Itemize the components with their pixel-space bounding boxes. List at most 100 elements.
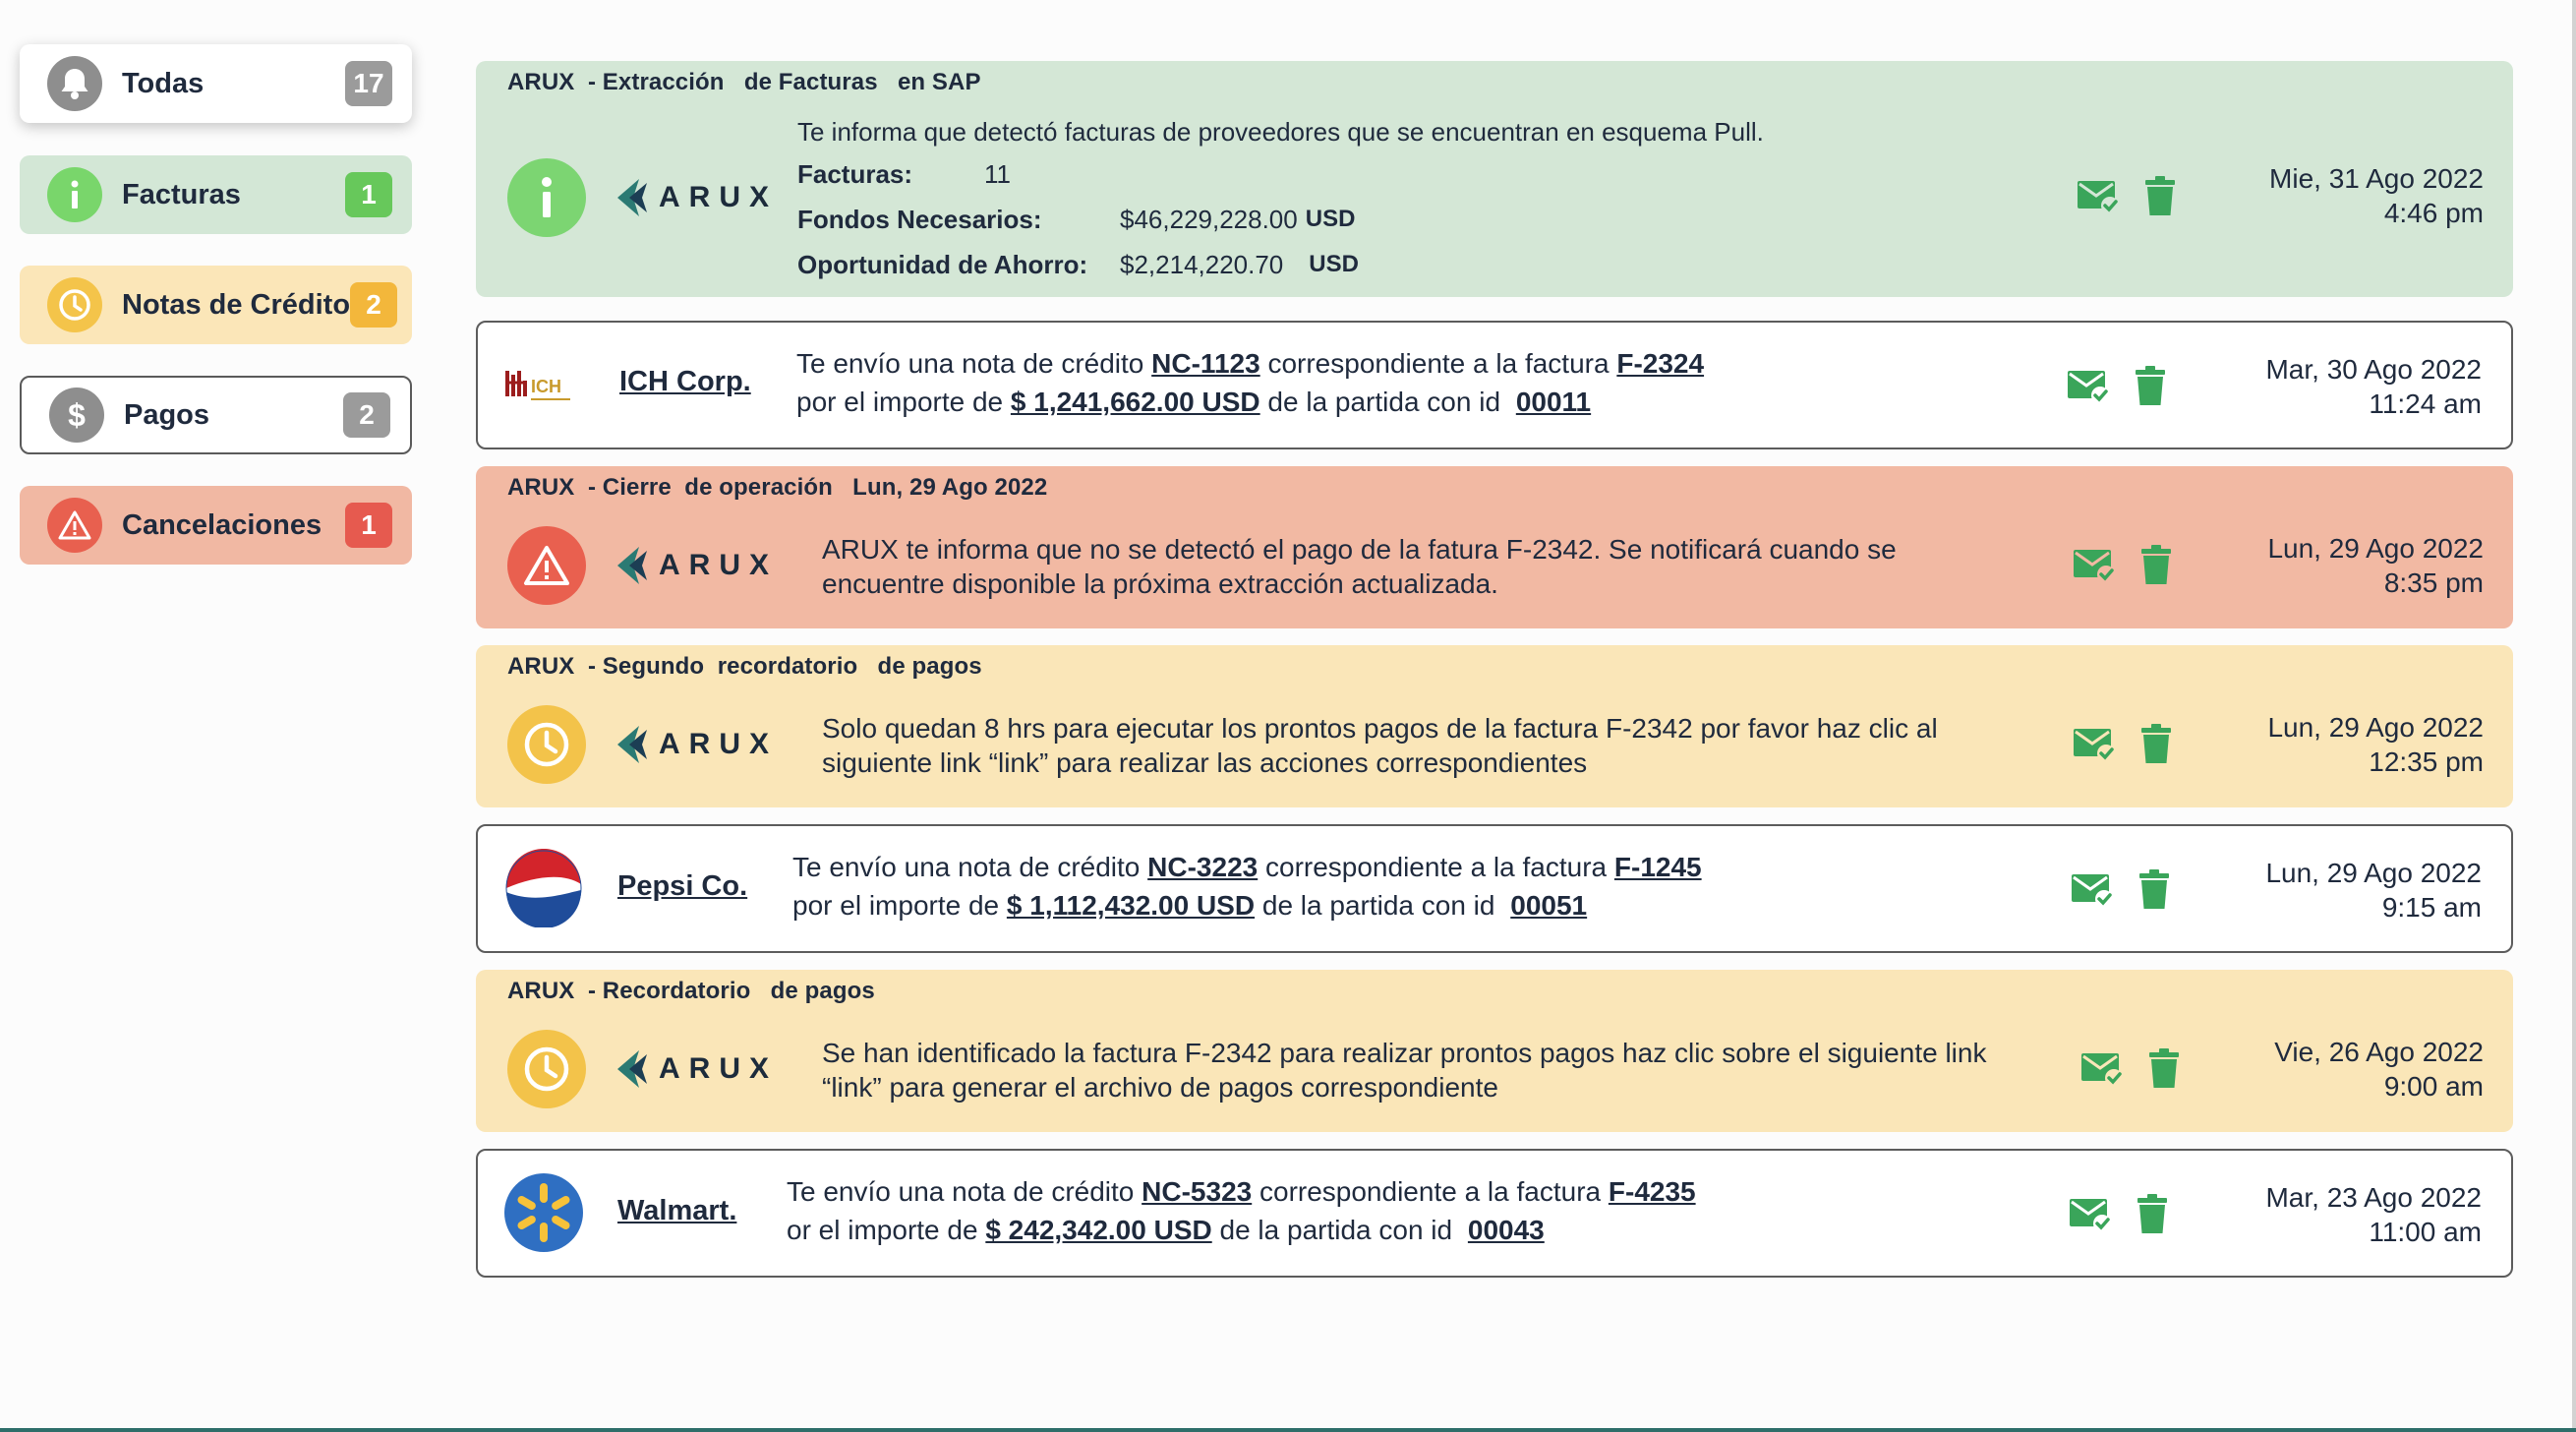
- notification-header: ARUX - Cierre de operación Lun, 29 Ago 2…: [507, 474, 1048, 501]
- credit-note-link[interactable]: NC-3223: [1147, 852, 1258, 882]
- amount-link[interactable]: $ 1,112,432.00 USD: [1007, 890, 1255, 921]
- message-line: Solo quedan 8 hrs para ejecutar los pron…: [822, 713, 1938, 744]
- message-line: “link” para generar el archivo de pagos …: [822, 1072, 1498, 1103]
- invoice-link[interactable]: F-4235: [1609, 1176, 1696, 1207]
- svg-text:$: $: [68, 397, 86, 433]
- notification-date: Lun, 29 Ago 2022: [2267, 533, 2484, 564]
- filter-facturas[interactable]: Facturas 1: [20, 155, 412, 234]
- notification-date: Lun, 29 Ago 2022: [2267, 712, 2484, 743]
- notification-date: Mie, 31 Ago 2022: [2269, 163, 2484, 194]
- filter-label: Cancelaciones: [122, 508, 322, 541]
- ich-corp-logo: ICH: [503, 344, 584, 425]
- filter-count-badge: 2: [343, 392, 390, 438]
- notification-datetime: Vie, 26 Ago 2022 9:00 am: [2274, 1035, 2484, 1104]
- detail-row-ahorro: Oportunidad de Ahorro: $2,214,220.70 USD: [797, 242, 1764, 287]
- window-edge: [2572, 0, 2576, 1432]
- arux-logo-text: ARUX: [659, 549, 779, 581]
- filter-count-badge: 2: [350, 282, 398, 328]
- invoice-link[interactable]: F-2324: [1616, 348, 1704, 379]
- notification-actions: [2069, 1194, 2169, 1235]
- mark-read-icon[interactable]: [2069, 1197, 2112, 1232]
- credit-note-link[interactable]: NC-5323: [1142, 1176, 1252, 1207]
- invoice-details: Te informa que detectó facturas de prove…: [797, 112, 1764, 287]
- bottom-bar: [0, 1428, 2576, 1432]
- notification-time: 4:46 pm: [2383, 198, 2484, 228]
- amount-link[interactable]: $ 1,241,662.00 USD: [1011, 387, 1260, 417]
- notification-actions: [2077, 176, 2177, 217]
- item-id-link[interactable]: 00011: [1516, 387, 1591, 417]
- filter-cancelaciones[interactable]: Cancelaciones 1: [20, 486, 412, 565]
- notification-actions: [2073, 724, 2173, 765]
- notification-datetime: Lun, 29 Ago 2022 9:15 am: [2265, 856, 2482, 925]
- arux-logo-text: ARUX: [659, 181, 779, 213]
- notification-card: ICH ICH Corp. Te envío una nota de crédi…: [476, 321, 2513, 449]
- mark-read-icon[interactable]: [2067, 369, 2110, 404]
- arux-logo-text: ARUX: [659, 728, 779, 760]
- trash-icon[interactable]: [2139, 724, 2173, 765]
- notification-time: 8:35 pm: [2383, 567, 2484, 598]
- trash-icon[interactable]: [2147, 1048, 2181, 1090]
- notification-actions: [2067, 366, 2167, 407]
- notification-actions: [2080, 1048, 2181, 1090]
- info-icon: [507, 158, 586, 237]
- item-id-link[interactable]: 00051: [1510, 890, 1587, 921]
- trash-icon[interactable]: [2134, 366, 2167, 407]
- notification-datetime: Mar, 23 Ago 2022 11:00 am: [2265, 1180, 2482, 1249]
- mark-read-icon[interactable]: [2071, 872, 2114, 908]
- filter-count-badge: 1: [345, 503, 392, 548]
- detail-row-fondos: Fondos Necesarios: $46,229,228.00 USD: [797, 197, 1764, 242]
- item-id-link[interactable]: 00043: [1468, 1215, 1545, 1245]
- dollar-icon: $: [49, 388, 104, 443]
- mark-read-icon[interactable]: [2080, 1051, 2124, 1087]
- mark-read-icon[interactable]: [2073, 548, 2116, 583]
- walmart-logo: [503, 1172, 584, 1253]
- pepsi-logo: [503, 848, 584, 928]
- mark-read-icon[interactable]: [2077, 179, 2120, 214]
- notification-header: ARUX - Segundo recordatorio de pagos: [507, 653, 982, 680]
- filter-count-badge: 17: [345, 61, 392, 106]
- detail-value: $2,214,220.70: [1120, 249, 1284, 279]
- amount-link[interactable]: $ 242,342.00 USD: [985, 1215, 1211, 1245]
- notification-header: ARUX - Recordatorio de pagos: [507, 978, 875, 1004]
- filter-label: Todas: [122, 67, 205, 99]
- company-link[interactable]: Pepsi Co.: [617, 870, 747, 903]
- trash-icon[interactable]: [2139, 545, 2173, 586]
- company-link[interactable]: Walmart.: [617, 1195, 736, 1227]
- notification-date: Mar, 23 Ago 2022: [2265, 1182, 2482, 1213]
- warning-icon: [47, 498, 102, 553]
- filter-notas-de-credito[interactable]: Notas de Crédito 2: [20, 266, 412, 344]
- trash-icon[interactable]: [2137, 869, 2171, 911]
- notification-message: Solo quedan 8 hrs para ejecutar los pron…: [822, 711, 1938, 780]
- notification-actions: [2071, 869, 2171, 911]
- trash-icon[interactable]: [2136, 1194, 2169, 1235]
- notification-time: 9:00 am: [2383, 1071, 2484, 1102]
- message-text: de la partida con id: [1259, 387, 1508, 417]
- filter-todas[interactable]: Todas 17: [20, 44, 412, 123]
- credit-note-link[interactable]: NC-1123: [1151, 348, 1260, 379]
- info-icon: [47, 167, 102, 222]
- message-text: de la partida con id: [1211, 1215, 1460, 1245]
- notification-datetime: Lun, 29 Ago 2022 12:35 pm: [2267, 710, 2484, 779]
- warning-icon: [507, 526, 586, 605]
- message-line: encuentre disponible la próxima extracci…: [822, 568, 1498, 599]
- notification-message: Te envío una nota de crédito NC-3223 cor…: [792, 850, 1702, 923]
- arux-logo: ARUX: [615, 724, 778, 765]
- detail-value: 11: [984, 158, 1011, 189]
- message-line: Se han identificado la factura F-2342 pa…: [822, 1038, 1987, 1068]
- detail-unit: USD: [1305, 206, 1356, 232]
- company-link[interactable]: ICH Corp.: [619, 366, 751, 398]
- filter-pagos[interactable]: $ Pagos 2: [20, 376, 412, 454]
- notification-time: 11:24 am: [2369, 388, 2482, 419]
- message-text: or el importe de: [787, 1215, 986, 1245]
- notification-time: 9:15 am: [2381, 892, 2482, 923]
- filter-label: Facturas: [122, 178, 241, 210]
- arux-logo: ARUX: [615, 177, 778, 218]
- trash-icon[interactable]: [2143, 176, 2177, 217]
- notification-message: Te envío una nota de crédito NC-1123 cor…: [796, 346, 1704, 419]
- clock-icon: [507, 705, 586, 784]
- mark-read-icon[interactable]: [2073, 727, 2116, 762]
- notification-card: ARUX - Cierre de operación Lun, 29 Ago 2…: [476, 466, 2513, 628]
- svg-text:ICH: ICH: [531, 377, 561, 396]
- invoice-link[interactable]: F-1245: [1614, 852, 1702, 882]
- message-text: Te envío una nota de crédito: [796, 348, 1152, 379]
